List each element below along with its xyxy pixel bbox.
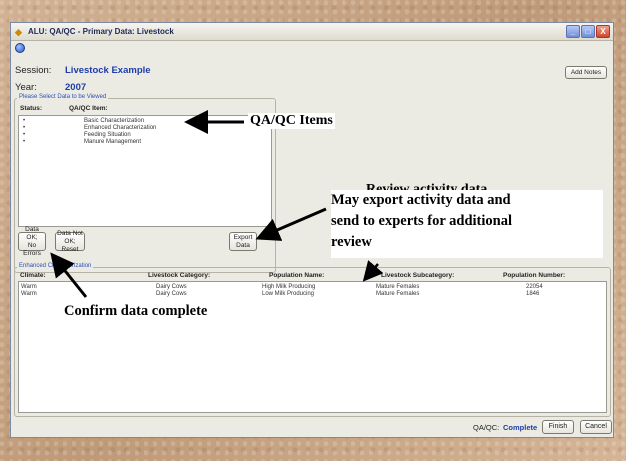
arrow-to-export <box>255 207 327 241</box>
arrow-to-table <box>362 260 384 282</box>
annotation-arrows <box>50 110 384 298</box>
arrow-to-data-ok <box>50 252 88 298</box>
